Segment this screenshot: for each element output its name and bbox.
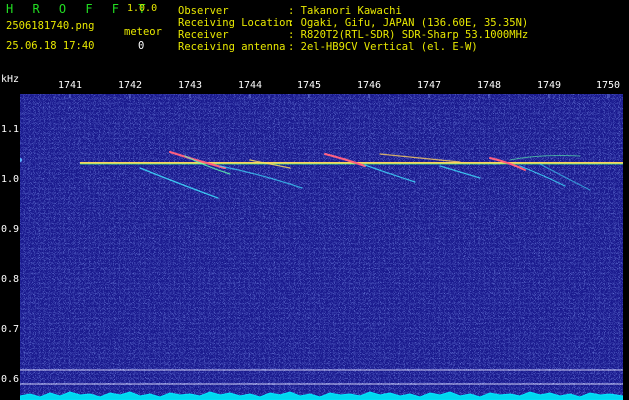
x-tick-label: 1748 xyxy=(477,80,502,91)
info-value-receiver: : R820T2(RTL-SDR) SDR-Sharp 53.1000MHz xyxy=(288,29,529,41)
info-value-location: : Ogaki, Gifu, JAPAN (136.60E, 35.35N) xyxy=(288,17,529,29)
app-version: 1.0.0 xyxy=(127,3,158,14)
capture-datetime: 25.06.18 17:40 xyxy=(6,40,95,52)
noise-texture xyxy=(20,94,623,400)
spectrogram-canvas xyxy=(20,94,623,400)
x-tick-label: 1750 xyxy=(596,80,621,91)
meteor-count: 0 xyxy=(138,40,145,52)
x-tick-label: 1744 xyxy=(238,80,263,91)
info-key-location: Receiving Location xyxy=(178,17,292,29)
info-key-observer: Observer xyxy=(178,5,229,17)
x-tick-label: 1749 xyxy=(537,80,562,91)
info-key-receiver: Receiver xyxy=(178,29,229,41)
info-value-antenna: : 2el-HB9CV Vertical (el. E-W) xyxy=(288,41,478,53)
y-axis-unit: kHz xyxy=(1,74,20,85)
file-name: 2506181740.png xyxy=(6,20,95,32)
info-key-antenna: Receiving antenna xyxy=(178,41,286,53)
x-tick-label: 1745 xyxy=(297,80,322,91)
spectrogram xyxy=(20,94,623,400)
y-tick-label: 0.6 xyxy=(1,374,20,385)
x-tick-label: 1742 xyxy=(118,80,143,91)
x-tick-label: 1747 xyxy=(417,80,442,91)
meteor-label: meteor xyxy=(124,26,162,38)
y-tick-label: 0.9 xyxy=(1,224,20,235)
x-tick-label: 1743 xyxy=(178,80,203,91)
info-value-observer: : Takanori Kawachi xyxy=(288,5,402,17)
x-tick-label: 1746 xyxy=(357,80,382,91)
info-header: H R O F F T 1.0.0 2506181740.png meteor … xyxy=(0,0,629,76)
y-tick-label: 1.0 xyxy=(1,174,20,185)
y-tick-label: 1.1 xyxy=(1,124,20,135)
y-tick-label: 0.7 xyxy=(1,324,20,335)
y-tick-label: 0.8 xyxy=(1,274,20,285)
x-tick-label: 1741 xyxy=(58,80,83,91)
